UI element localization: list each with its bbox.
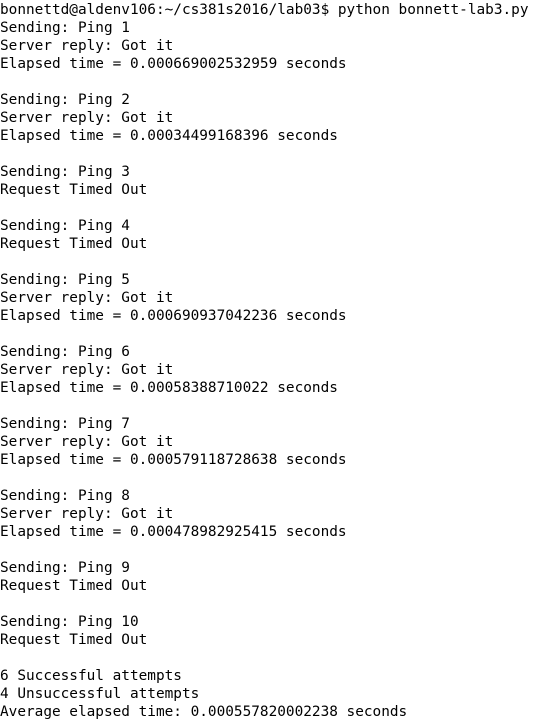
terminal-window[interactable]: bonnettd@aldenv106:~/cs381s2016/lab03$ p…	[0, 0, 556, 722]
output-line: Sending: Ping 7	[0, 416, 130, 432]
summary-successful-line: 6 Successful attempts	[0, 668, 182, 684]
output-line: Server reply: Got it	[0, 290, 174, 306]
output-line: Server reply: Got it	[0, 362, 174, 378]
output-line: Sending: Ping 2	[0, 92, 130, 108]
output-line: Sending: Ping 5	[0, 272, 130, 288]
output-line: Elapsed time = 0.000669002532959 seconds	[0, 56, 347, 72]
output-line: Sending: Ping 6	[0, 344, 130, 360]
output-line: Sending: Ping 4	[0, 218, 130, 234]
output-line: Sending: Ping 8	[0, 488, 130, 504]
command-prompt-line: bonnettd@aldenv106:~/cs381s2016/lab03$ p…	[0, 2, 529, 18]
output-line: Sending: Ping 10	[0, 614, 139, 630]
output-line: Sending: Ping 1	[0, 20, 130, 36]
summary-average-line: Average elapsed time: 0.000557820002238 …	[0, 704, 408, 720]
output-line: Sending: Ping 3	[0, 164, 130, 180]
output-line: Elapsed time = 0.000579118728638 seconds	[0, 452, 347, 468]
output-line: Sending: Ping 9	[0, 560, 130, 576]
output-line: Elapsed time = 0.00034499168396 seconds	[0, 128, 338, 144]
output-line: Server reply: Got it	[0, 110, 174, 126]
output-line: Server reply: Got it	[0, 38, 174, 54]
output-line: Elapsed time = 0.00058388710022 seconds	[0, 380, 338, 396]
output-line: Server reply: Got it	[0, 434, 174, 450]
output-line: Elapsed time = 0.000690937042236 seconds	[0, 308, 347, 324]
output-line: Server reply: Got it	[0, 506, 174, 522]
output-line: Elapsed time = 0.000478982925415 seconds	[0, 524, 347, 540]
output-line: Request Timed Out	[0, 182, 148, 198]
output-line: Request Timed Out	[0, 632, 148, 648]
summary-unsuccessful-line: 4 Unsuccessful attempts	[0, 686, 200, 702]
output-line: Request Timed Out	[0, 236, 148, 252]
output-line: Request Timed Out	[0, 578, 148, 594]
